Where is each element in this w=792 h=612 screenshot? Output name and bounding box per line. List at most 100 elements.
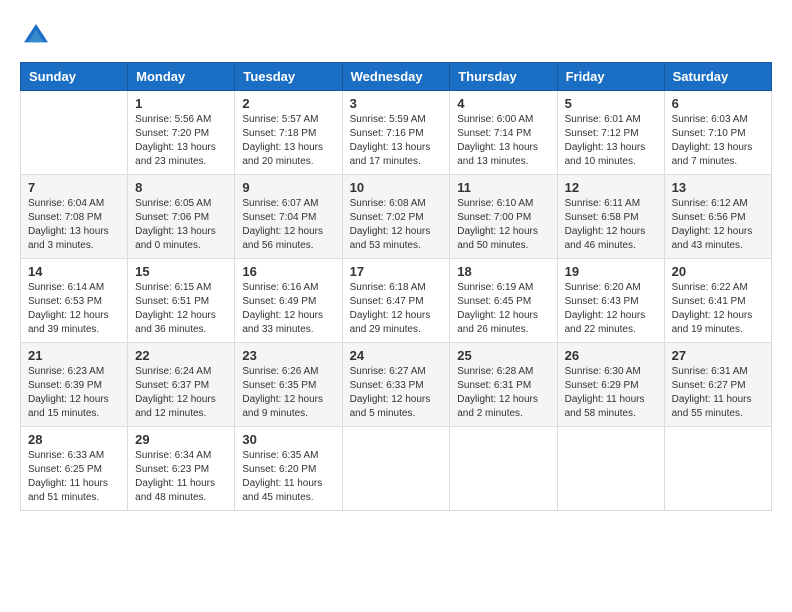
day-number: 15: [135, 264, 227, 279]
day-info: Sunrise: 6:14 AMSunset: 6:53 PMDaylight:…: [28, 281, 120, 337]
calendar-cell: [450, 427, 557, 511]
day-number: 16: [242, 264, 334, 279]
day-number: 12: [565, 180, 657, 195]
calendar-cell: 2 Sunrise: 5:57 AMSunset: 7:18 PMDaylight…: [235, 91, 342, 175]
day-number: 26: [565, 348, 657, 363]
calendar-week-row: 21 Sunrise: 6:23 AMSunset: 6:39 PMDayligh…: [21, 343, 772, 427]
day-number: 24: [350, 348, 443, 363]
day-info: Sunrise: 6:34 AMSunset: 6:23 PMDaylight:…: [135, 449, 227, 505]
day-info: Sunrise: 6:33 AMSunset: 6:25 PMDaylight:…: [28, 449, 120, 505]
day-number: 6: [672, 96, 764, 111]
weekday-header-monday: Monday: [128, 63, 235, 91]
day-number: 14: [28, 264, 120, 279]
day-number: 19: [565, 264, 657, 279]
weekday-header-sunday: Sunday: [21, 63, 128, 91]
day-info: Sunrise: 6:08 AMSunset: 7:02 PMDaylight:…: [350, 197, 443, 253]
day-number: 27: [672, 348, 764, 363]
weekday-header-wednesday: Wednesday: [342, 63, 450, 91]
day-info: Sunrise: 6:22 AMSunset: 6:41 PMDaylight:…: [672, 281, 764, 337]
calendar-cell: 1 Sunrise: 5:56 AMSunset: 7:20 PMDaylight…: [128, 91, 235, 175]
day-info: Sunrise: 6:20 AMSunset: 6:43 PMDaylight:…: [565, 281, 657, 337]
calendar-cell: 10 Sunrise: 6:08 AMSunset: 7:02 PMDayligh…: [342, 175, 450, 259]
day-number: 21: [28, 348, 120, 363]
calendar-cell: [342, 427, 450, 511]
calendar-cell: 27 Sunrise: 6:31 AMSunset: 6:27 PMDayligh…: [664, 343, 771, 427]
day-info: Sunrise: 6:30 AMSunset: 6:29 PMDaylight:…: [565, 365, 657, 421]
day-number: 23: [242, 348, 334, 363]
page-header: [20, 20, 772, 52]
day-number: 4: [457, 96, 549, 111]
calendar-cell: 21 Sunrise: 6:23 AMSunset: 6:39 PMDayligh…: [21, 343, 128, 427]
day-number: 5: [565, 96, 657, 111]
day-number: 20: [672, 264, 764, 279]
day-info: Sunrise: 5:56 AMSunset: 7:20 PMDaylight:…: [135, 113, 227, 169]
weekday-header-friday: Friday: [557, 63, 664, 91]
day-number: 2: [242, 96, 334, 111]
calendar-cell: 12 Sunrise: 6:11 AMSunset: 6:58 PMDayligh…: [557, 175, 664, 259]
calendar-cell: 26 Sunrise: 6:30 AMSunset: 6:29 PMDayligh…: [557, 343, 664, 427]
day-number: 10: [350, 180, 443, 195]
calendar-week-row: 1 Sunrise: 5:56 AMSunset: 7:20 PMDaylight…: [21, 91, 772, 175]
day-info: Sunrise: 6:26 AMSunset: 6:35 PMDaylight:…: [242, 365, 334, 421]
day-info: Sunrise: 5:59 AMSunset: 7:16 PMDaylight:…: [350, 113, 443, 169]
day-info: Sunrise: 6:10 AMSunset: 7:00 PMDaylight:…: [457, 197, 549, 253]
calendar-cell: [21, 91, 128, 175]
weekday-header-saturday: Saturday: [664, 63, 771, 91]
day-number: 28: [28, 432, 120, 447]
calendar-cell: 19 Sunrise: 6:20 AMSunset: 6:43 PMDayligh…: [557, 259, 664, 343]
day-number: 8: [135, 180, 227, 195]
day-number: 1: [135, 96, 227, 111]
calendar-cell: 29 Sunrise: 6:34 AMSunset: 6:23 PMDayligh…: [128, 427, 235, 511]
day-number: 25: [457, 348, 549, 363]
calendar-week-row: 28 Sunrise: 6:33 AMSunset: 6:25 PMDayligh…: [21, 427, 772, 511]
calendar-cell: 30Sunrise: 6:35 AMSunset: 6:20 PMDayligh…: [235, 427, 342, 511]
day-info: Sunrise: 6:03 AMSunset: 7:10 PMDaylight:…: [672, 113, 764, 169]
logo: [20, 20, 56, 52]
day-info: Sunrise: 6:18 AMSunset: 6:47 PMDaylight:…: [350, 281, 443, 337]
day-number: 7: [28, 180, 120, 195]
day-number: 18: [457, 264, 549, 279]
calendar-cell: 11 Sunrise: 6:10 AMSunset: 7:00 PMDayligh…: [450, 175, 557, 259]
calendar-cell: 13 Sunrise: 6:12 AMSunset: 6:56 PMDayligh…: [664, 175, 771, 259]
calendar-cell: 7 Sunrise: 6:04 AMSunset: 7:08 PMDaylight…: [21, 175, 128, 259]
day-info: Sunrise: 6:07 AMSunset: 7:04 PMDaylight:…: [242, 197, 334, 253]
calendar-cell: 4 Sunrise: 6:00 AMSunset: 7:14 PMDaylight…: [450, 91, 557, 175]
day-info: Sunrise: 6:27 AMSunset: 6:33 PMDaylight:…: [350, 365, 443, 421]
day-info: Sunrise: 6:24 AMSunset: 6:37 PMDaylight:…: [135, 365, 227, 421]
day-info: Sunrise: 6:12 AMSunset: 6:56 PMDaylight:…: [672, 197, 764, 253]
calendar-cell: 15 Sunrise: 6:15 AMSunset: 6:51 PMDayligh…: [128, 259, 235, 343]
calendar-cell: [557, 427, 664, 511]
day-number: 11: [457, 180, 549, 195]
day-info: Sunrise: 6:23 AMSunset: 6:39 PMDaylight:…: [28, 365, 120, 421]
calendar-week-row: 7 Sunrise: 6:04 AMSunset: 7:08 PMDaylight…: [21, 175, 772, 259]
calendar-cell: 28 Sunrise: 6:33 AMSunset: 6:25 PMDayligh…: [21, 427, 128, 511]
day-info: Sunrise: 6:01 AMSunset: 7:12 PMDaylight:…: [565, 113, 657, 169]
day-info: Sunrise: 6:11 AMSunset: 6:58 PMDaylight:…: [565, 197, 657, 253]
calendar-cell: 9Sunrise: 6:07 AMSunset: 7:04 PMDaylight…: [235, 175, 342, 259]
day-info: Sunrise: 6:28 AMSunset: 6:31 PMDaylight:…: [457, 365, 549, 421]
calendar-cell: 5 Sunrise: 6:01 AMSunset: 7:12 PMDaylight…: [557, 91, 664, 175]
calendar-cell: [664, 427, 771, 511]
day-info: Sunrise: 6:04 AMSunset: 7:08 PMDaylight:…: [28, 197, 120, 253]
day-info: Sunrise: 6:31 AMSunset: 6:27 PMDaylight:…: [672, 365, 764, 421]
day-number: 22: [135, 348, 227, 363]
weekday-header-tuesday: Tuesday: [235, 63, 342, 91]
calendar-week-row: 14 Sunrise: 6:14 AMSunset: 6:53 PMDayligh…: [21, 259, 772, 343]
calendar-cell: 25 Sunrise: 6:28 AMSunset: 6:31 PMDayligh…: [450, 343, 557, 427]
calendar-cell: 20 Sunrise: 6:22 AMSunset: 6:41 PMDayligh…: [664, 259, 771, 343]
calendar-cell: 22 Sunrise: 6:24 AMSunset: 6:37 PMDayligh…: [128, 343, 235, 427]
day-info: Sunrise: 5:57 AMSunset: 7:18 PMDaylight:…: [242, 113, 334, 169]
day-number: 13: [672, 180, 764, 195]
day-info: Sunrise: 6:05 AMSunset: 7:06 PMDaylight:…: [135, 197, 227, 253]
calendar-cell: 23 Sunrise: 6:26 AMSunset: 6:35 PMDayligh…: [235, 343, 342, 427]
weekday-header-thursday: Thursday: [450, 63, 557, 91]
day-info: Sunrise: 6:15 AMSunset: 6:51 PMDaylight:…: [135, 281, 227, 337]
day-number: 29: [135, 432, 227, 447]
day-info: Sunrise: 6:16 AMSunset: 6:49 PMDaylight:…: [242, 281, 334, 337]
day-info: Sunrise: 6:00 AMSunset: 7:14 PMDaylight:…: [457, 113, 549, 169]
calendar-table: SundayMondayTuesdayWednesdayThursdayFrid…: [20, 62, 772, 511]
day-number: 3: [350, 96, 443, 111]
logo-icon: [20, 20, 52, 52]
day-info: Sunrise: 6:35 AMSunset: 6:20 PMDaylight:…: [242, 449, 334, 505]
calendar-cell: 8 Sunrise: 6:05 AMSunset: 7:06 PMDaylight…: [128, 175, 235, 259]
